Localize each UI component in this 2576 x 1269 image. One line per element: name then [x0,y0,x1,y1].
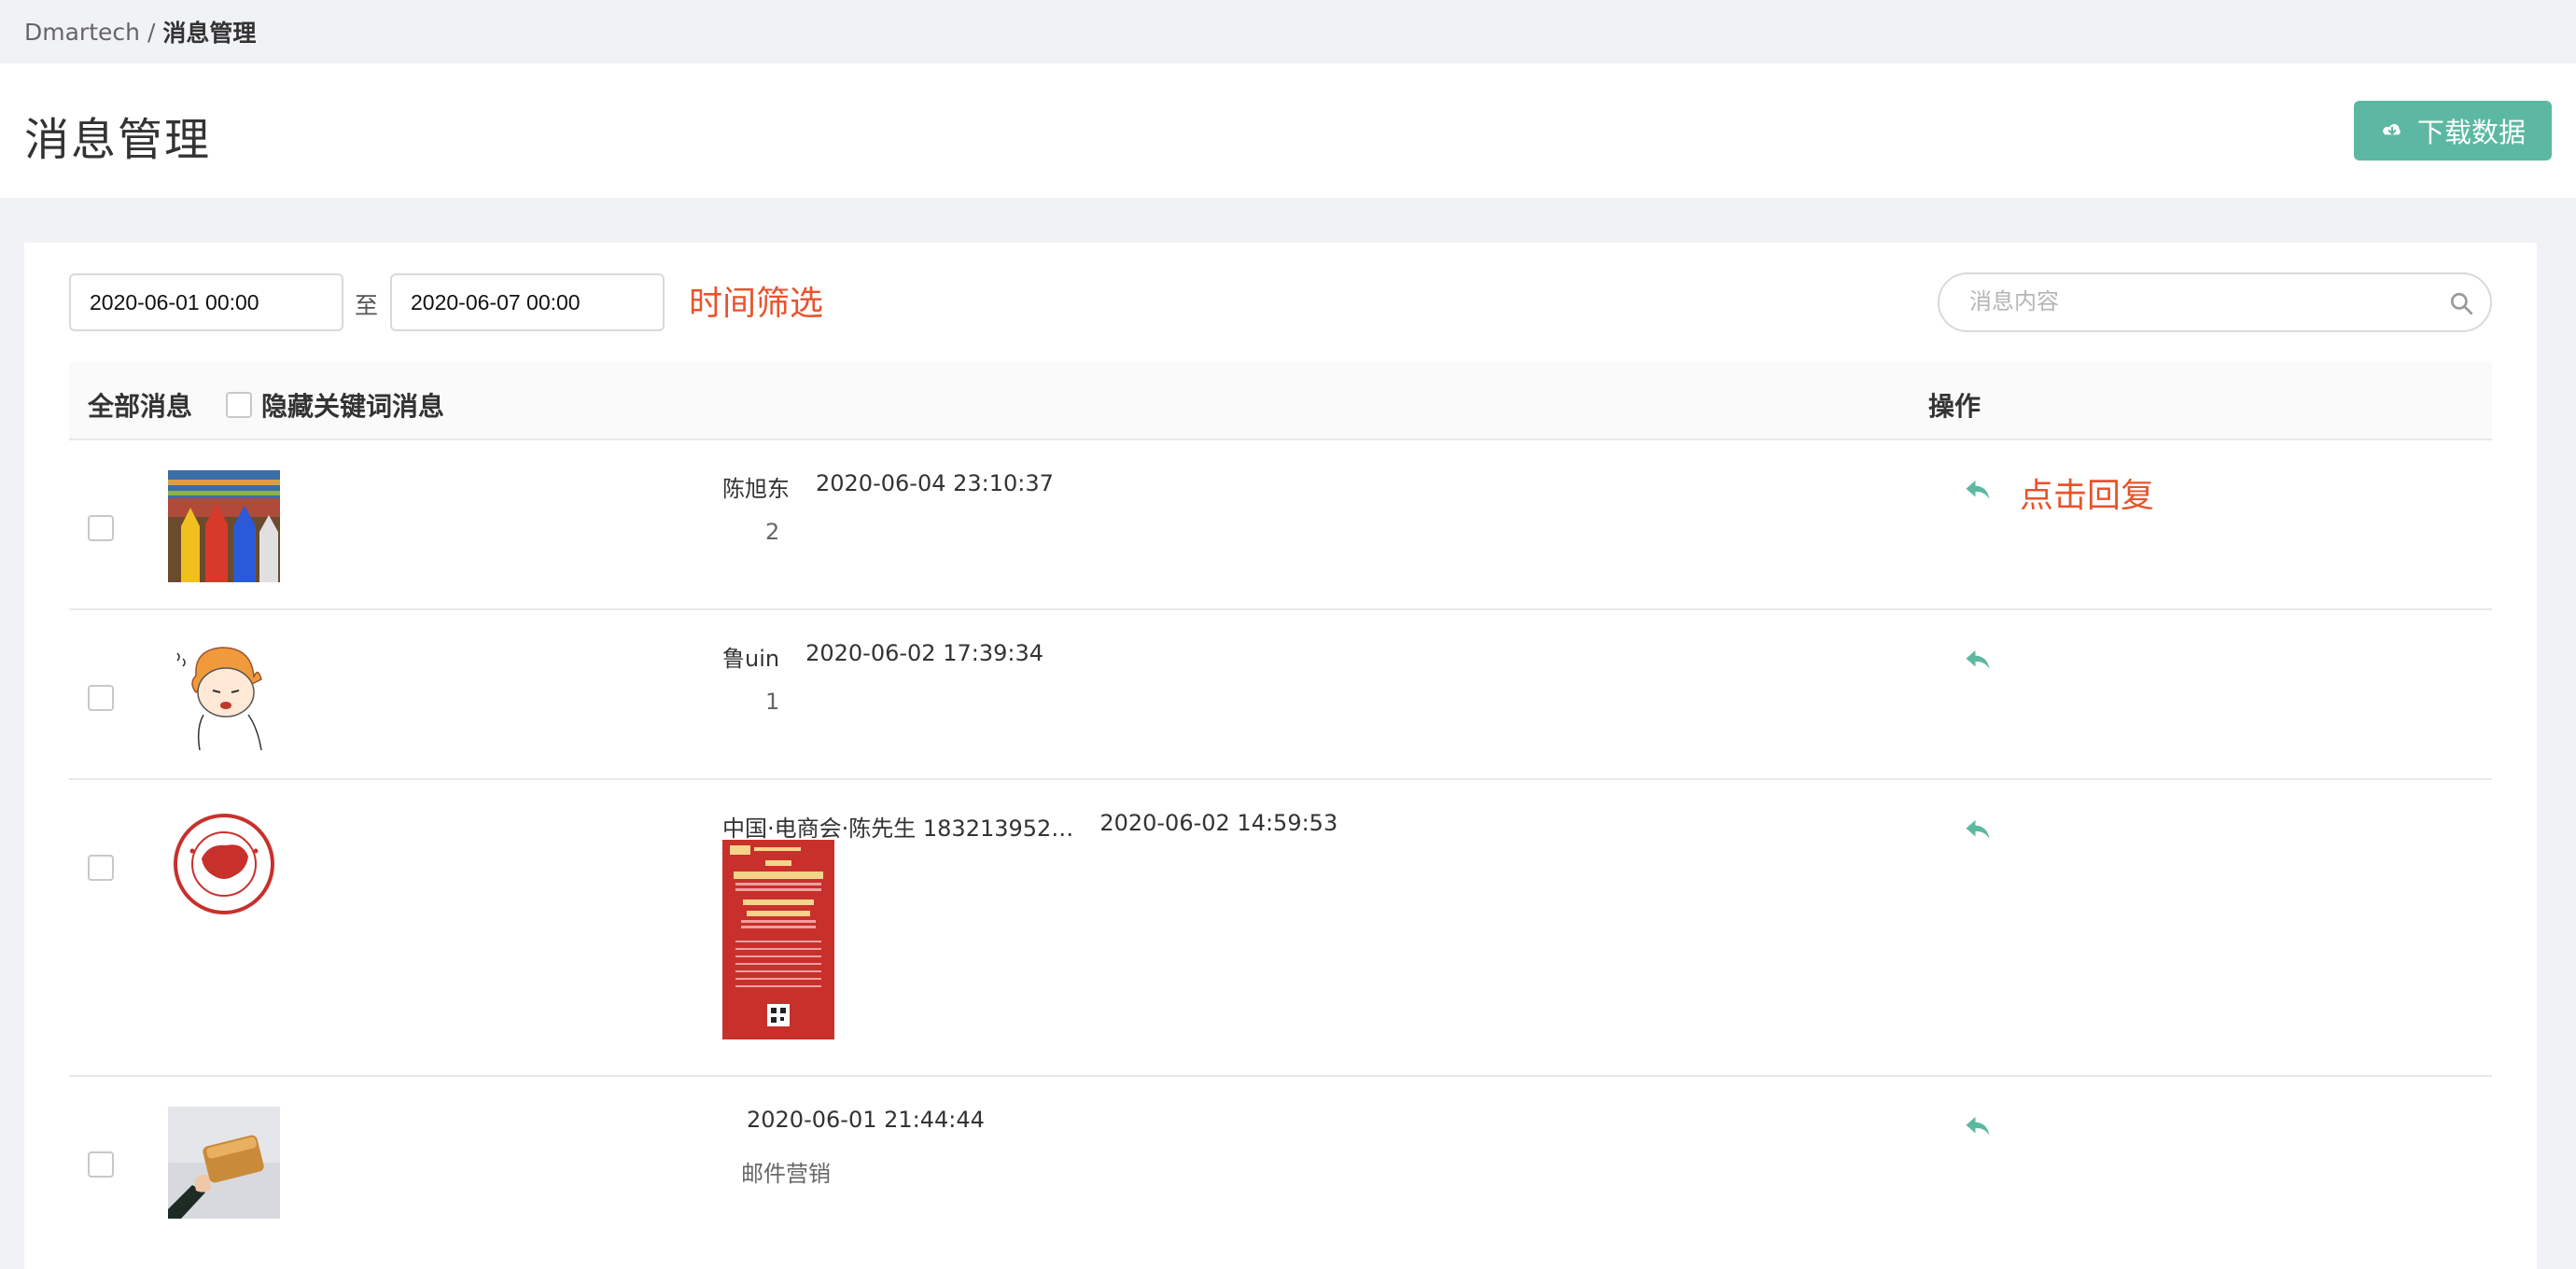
message-meta: 鲁uin 2020-06-02 17:39:34 [722,640,1043,673]
avatar-colored-pencils [168,470,280,582]
message-search-input[interactable] [1969,289,2436,315]
all-messages-header[interactable]: 全部消息 [88,386,192,424]
hide-keyword-toggle[interactable]: 隐藏关键词消息 [226,386,444,424]
message-time: 2020-06-04 23:10:37 [816,470,1054,496]
start-date-input[interactable]: 2020-06-01 00:00 [69,273,343,331]
sender-name: 陈旭东 [722,476,790,502]
sender-name: 鲁uin [722,646,780,672]
table-header: 全部消息 隐藏关键词消息 操作 [69,362,2492,440]
row-checkbox[interactable] [88,855,114,881]
message-meta: 中国·电商会·陈先生 183213952… 2020-06-02 14:59:5… [722,810,1337,843]
reply-annotation: 点击回复 [2020,477,2155,515]
message-time: 2020-06-02 14:59:53 [1099,810,1338,836]
reply-icon[interactable] [1964,1114,1992,1138]
message-meta: 陈旭东 2020-06-04 23:10:37 [722,470,1054,503]
message-content: 2 [765,519,780,545]
hide-keyword-label: 隐藏关键词消息 [261,391,445,422]
message-time: 2020-06-02 17:39:34 [805,640,1043,666]
time-filter-annotation: 时间筛选 [689,285,824,323]
breadcrumb-current: 消息管理 [162,20,257,47]
page-header: 消息管理 下载数据 [0,63,2576,198]
avatar-hand-with-bread [168,1107,280,1219]
message-row: 陈旭东 2020-06-04 23:10:37 2 点击回复 [69,440,2492,610]
message-meta: 2020-06-01 21:44:44 [747,1107,985,1133]
reply-icon[interactable] [1964,648,1992,672]
message-time: 2020-06-01 21:44:44 [747,1107,985,1133]
message-content: 1 [765,689,780,715]
breadcrumb-root[interactable]: Dmartech [24,19,140,46]
operation-header: 操作 [1928,391,1981,422]
row-checkbox[interactable] [88,685,114,711]
end-date-input[interactable]: 2020-06-07 00:00 [390,273,665,331]
breadcrumb-separator: / [147,18,156,46]
cloud-download-icon [2383,123,2401,135]
hide-keyword-checkbox[interactable] [226,392,252,418]
message-content: 邮件营销 [741,1161,831,1187]
page-title: 消息管理 [24,114,212,166]
row-checkbox[interactable] [88,1151,114,1178]
download-data-label: 下载数据 [2416,117,2526,148]
sender-name: 中国·电商会·陈先生 183213952… [722,816,1074,842]
message-row: 中国·电商会·陈先生 183213952… 2020-06-02 14:59:5… [69,780,2492,1077]
message-row: 2020-06-01 21:44:44 邮件营销 [69,1077,2492,1269]
breadcrumb-bar: Dmartech / 消息管理 [0,0,2576,63]
date-range-separator: 至 [355,292,379,319]
avatar-china-seal [168,810,280,922]
avatar-cartoon-boy [168,638,280,750]
reply-icon[interactable] [1964,817,1992,842]
reply-icon[interactable] [1964,478,1992,502]
message-row: 鲁uin 2020-06-02 17:39:34 1 [69,610,2492,780]
row-checkbox[interactable] [88,515,114,541]
message-search-box[interactable] [1938,272,2492,332]
download-data-button[interactable]: 下载数据 [2354,101,2552,160]
search-icon[interactable] [2449,291,2473,315]
message-image-attachment[interactable] [722,840,834,1039]
message-card: 2020-06-01 00:00 至 2020-06-07 00:00 时间筛选… [24,243,2537,1269]
